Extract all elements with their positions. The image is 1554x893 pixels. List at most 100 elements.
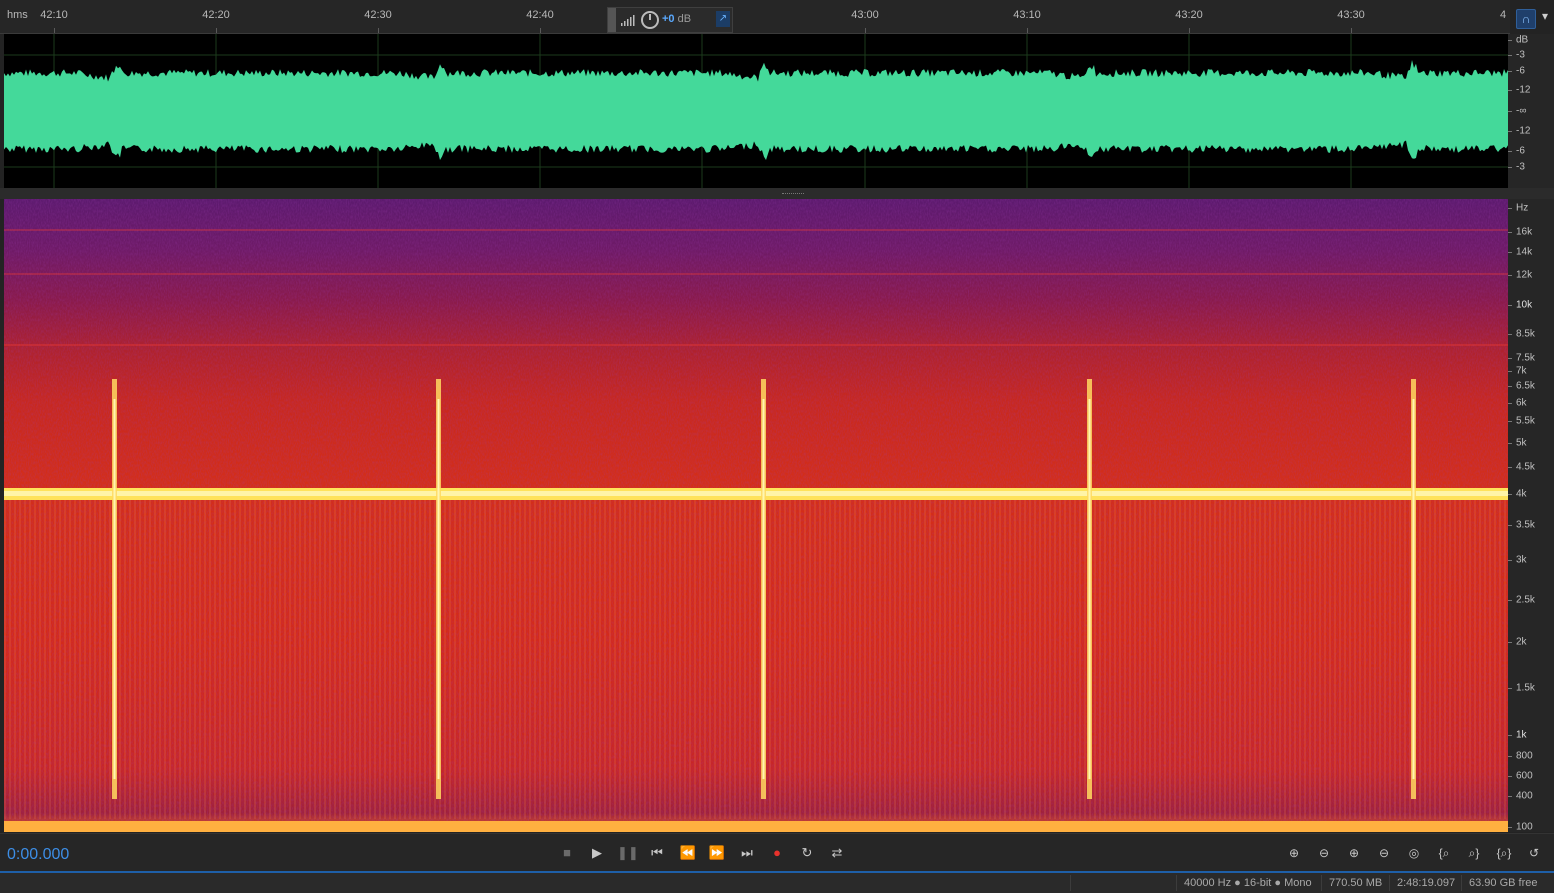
- ruler-tick: [1351, 28, 1352, 33]
- zoom-in-right-button[interactable]: ⌕}: [1462, 843, 1486, 863]
- hud-drag-handle[interactable]: [608, 8, 616, 32]
- transient-event-core: [1412, 399, 1415, 779]
- hz-scale-tick: [1508, 386, 1512, 387]
- loop-playback-button[interactable]: ↻: [797, 843, 817, 863]
- hz-scale-tick: [1508, 776, 1512, 777]
- splitter-grip-icon[interactable]: [782, 193, 804, 196]
- skip-selection-button[interactable]: ⇄: [827, 843, 847, 863]
- gain-readout[interactable]: +0 dB: [662, 13, 691, 25]
- db-scale-tick: [1508, 71, 1512, 72]
- hz-scale-tick: [1508, 358, 1512, 359]
- free-space: 63.90 GB free: [1469, 877, 1538, 889]
- hz-scale-tick: [1508, 403, 1512, 404]
- ruler-tick-label: 43:20: [1175, 9, 1203, 21]
- db-scale-tick: [1508, 167, 1512, 168]
- play-button[interactable]: ▶: [587, 843, 607, 863]
- db-scale-label: -3: [1516, 49, 1525, 61]
- zoom-out-time-button[interactable]: ⊖: [1372, 843, 1396, 863]
- waveform-graphic: [4, 34, 1508, 188]
- reset-zoom-button[interactable]: ↺: [1522, 843, 1546, 863]
- ruler-tick-label: 42:20: [202, 9, 230, 21]
- ruler-tick: [540, 28, 541, 33]
- status-divider: [1461, 875, 1462, 891]
- hud-gain-control[interactable]: +0 dB ↗: [607, 7, 733, 33]
- marker-icon[interactable]: ▾: [1542, 9, 1548, 25]
- spectral-frequency-display[interactable]: [4, 199, 1508, 832]
- hz-scale-label: 4k: [1516, 488, 1527, 500]
- skip-to-end-button[interactable]: ⏭: [737, 843, 757, 863]
- pin-hud-icon[interactable]: ↗: [716, 11, 730, 27]
- hz-scale-tick: [1508, 443, 1512, 444]
- transient-event-core: [113, 399, 116, 779]
- ruler-tick: [1189, 28, 1190, 33]
- transient-event-core: [437, 399, 440, 779]
- amplitude-scale[interactable]: dB -3 -6 -12 -∞ -12 -6 -3: [1508, 34, 1554, 188]
- hz-scale-label: 4.5k: [1516, 461, 1535, 473]
- hz-scale-label: 10k: [1516, 299, 1533, 311]
- hz-scale-label: 400: [1516, 790, 1533, 802]
- zoom-out-amplitude-button[interactable]: ⊖: [1312, 843, 1336, 863]
- zoom-in-amplitude-button[interactable]: ⊕: [1282, 843, 1306, 863]
- hz-scale-label: 2k: [1516, 636, 1527, 648]
- ruler-tick: [378, 28, 379, 33]
- hz-scale-tick: [1508, 334, 1512, 335]
- stop-button[interactable]: ■: [557, 843, 577, 863]
- hz-scale-tick: [1508, 421, 1512, 422]
- hz-scale-label: 1.5k: [1516, 682, 1535, 694]
- fast-forward-button[interactable]: ⏩: [707, 843, 727, 863]
- db-scale-label: -12: [1516, 84, 1531, 96]
- hz-scale-tick: [1508, 560, 1512, 561]
- zoom-out-full-button[interactable]: {⌕}: [1492, 843, 1516, 863]
- time-ruler[interactable]: hms 42:10 42:20 42:30 42:40 43:00 43:10 …: [0, 0, 1510, 34]
- db-scale-tick: [1508, 151, 1512, 152]
- time-display[interactable]: 0:00.000: [7, 846, 69, 864]
- file-size: 770.50 MB: [1329, 877, 1383, 889]
- time-unit-label: hms: [7, 9, 28, 21]
- transient-event-core: [1088, 399, 1091, 779]
- status-bar: 40000 Hz ● 16-bit ● Mono 770.50 MB 2:48:…: [0, 873, 1554, 893]
- hz-scale-label: Hz: [1516, 202, 1529, 214]
- ruler-tick-label: 43:10: [1013, 9, 1041, 21]
- db-scale-tick: [1508, 131, 1512, 132]
- ruler-tick-label: 43:00: [851, 9, 879, 21]
- zoom-in-time-button[interactable]: ⊕: [1342, 843, 1366, 863]
- ruler-tick: [1027, 28, 1028, 33]
- skip-to-start-button[interactable]: ⏮: [647, 843, 667, 863]
- rewind-button[interactable]: ⏪: [678, 843, 698, 863]
- status-divider: [1389, 875, 1390, 891]
- db-scale-tick: [1508, 40, 1512, 41]
- hz-scale-label: 3k: [1516, 554, 1527, 566]
- hz-scale-label: 1k: [1516, 729, 1527, 741]
- db-scale-label: -6: [1516, 65, 1525, 77]
- hz-scale-tick: [1508, 305, 1512, 306]
- db-scale-tick: [1508, 90, 1512, 91]
- hz-scale-label: 16k: [1516, 226, 1533, 238]
- pause-button[interactable]: ❚❚: [617, 843, 639, 863]
- hz-scale-label: 100: [1516, 821, 1533, 833]
- transport-bar: 0:00.000 ■ ▶ ❚❚ ⏮ ⏪ ⏩ ⏭ ● ↻ ⇄ ⊕ ⊖ ⊕ ⊖ ◎ {⌕ ⌕} {⌕} ↺: [0, 833, 1554, 872]
- hz-scale-tick: [1508, 252, 1512, 253]
- record-button[interactable]: ●: [767, 843, 787, 863]
- waveform-view[interactable]: [4, 34, 1508, 188]
- monitor-controls: ∩ ▾: [1512, 7, 1554, 31]
- frequency-scale[interactable]: Hz 16k 14k 12k 10k 8.5k 7.5k 7k 6.5k 6k 5.5k 5k 4.5k…: [1508, 199, 1554, 833]
- ruler-tick-label: 42:40: [526, 9, 554, 21]
- transient-event-core: [762, 399, 765, 779]
- zoom-selection-button[interactable]: ◎: [1402, 843, 1426, 863]
- hz-scale-tick: [1508, 275, 1512, 276]
- zoom-in-left-button[interactable]: {⌕: [1432, 843, 1456, 863]
- hz-scale-tick: [1508, 827, 1512, 828]
- ruler-tick-label: 43:30: [1337, 9, 1365, 21]
- gain-knob[interactable]: [641, 11, 659, 29]
- hz-scale-label: 14k: [1516, 246, 1533, 258]
- panel-splitter[interactable]: [0, 188, 1554, 199]
- sample-format[interactable]: 40000 Hz ● 16-bit ● Mono: [1184, 877, 1312, 889]
- hz-scale-label: 12k: [1516, 269, 1533, 281]
- hz-scale-tick: [1508, 208, 1512, 209]
- hz-scale-label: 3.5k: [1516, 519, 1535, 531]
- hz-scale-label: 8.5k: [1516, 328, 1535, 340]
- headphones-icon[interactable]: ∩: [1516, 9, 1536, 29]
- hz-scale-label: 6.5k: [1516, 380, 1535, 392]
- hz-scale-tick: [1508, 688, 1512, 689]
- db-scale-label: -∞: [1516, 105, 1527, 117]
